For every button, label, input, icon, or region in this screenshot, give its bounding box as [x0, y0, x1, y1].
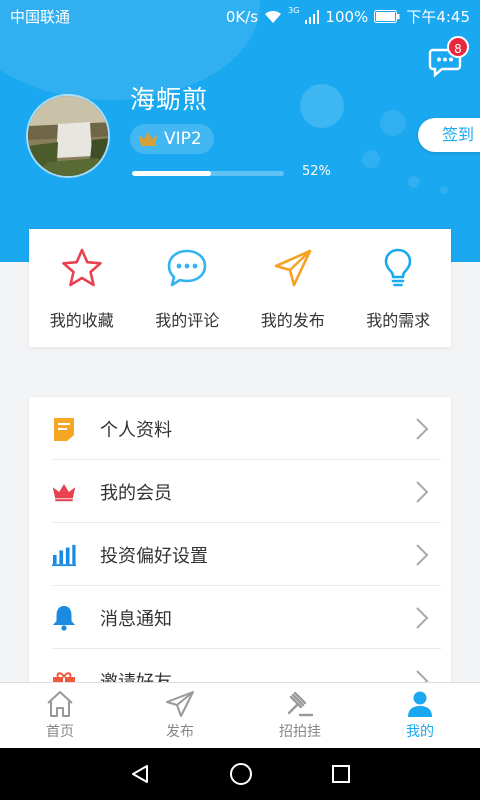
menu-item-label: 消息通知 [100, 608, 172, 630]
document-icon [52, 417, 76, 441]
user-icon [408, 691, 432, 717]
bottom-tab-bar: 首页 发布 招拍挂 我的 [0, 682, 480, 748]
star-icon [61, 248, 102, 287]
quick-action-comments[interactable]: 我的评论 [135, 229, 241, 347]
avatar[interactable] [26, 94, 110, 178]
menu-item-label: 我的会员 [100, 482, 172, 504]
level-progress-fill [132, 171, 212, 176]
menu-item-membership[interactable]: 我的会员 [29, 460, 451, 523]
decor-bubble [440, 186, 448, 194]
network-speed: 0K/s [225, 7, 259, 26]
back-triangle-icon[interactable] [129, 763, 151, 785]
chevron-right-icon [416, 544, 429, 566]
home-icon [47, 691, 73, 717]
chevron-right-icon [416, 481, 429, 503]
quick-action-label: 我的发布 [260, 311, 325, 330]
decor-bubble [300, 84, 344, 128]
system-navigation-bar [0, 748, 480, 800]
signal-icon [305, 9, 320, 24]
battery-icon [374, 10, 400, 23]
recents-square-icon[interactable] [331, 764, 351, 784]
wifi-icon [265, 10, 282, 23]
home-circle-icon[interactable] [229, 762, 253, 786]
lightbulb-icon [384, 248, 412, 287]
bell-icon [52, 605, 76, 631]
paper-plane-icon [274, 249, 312, 287]
bar-chart-icon [52, 543, 76, 567]
tab-auction[interactable]: 招拍挂 [240, 683, 360, 748]
menu-item-notifications[interactable]: 消息通知 [29, 586, 451, 649]
menu-item-profile[interactable]: 个人资料 [29, 397, 451, 460]
avatar-waterfall-image [28, 96, 108, 176]
username: 海蛎煎 [130, 85, 209, 114]
vip-badge[interactable]: VIP2 [130, 124, 214, 154]
send-icon [166, 691, 194, 717]
bar-chart-icon-shape [52, 544, 76, 566]
chevron-right-icon [416, 418, 429, 440]
tab-label: 首页 [46, 724, 74, 740]
network-type: 3G [288, 6, 300, 15]
quick-action-label: 我的评论 [155, 311, 220, 330]
gavel-icon [287, 691, 313, 717]
document-icon-shape [54, 417, 74, 441]
menu-item-label: 个人资料 [100, 419, 172, 441]
battery-percent: 100% [325, 7, 369, 26]
chat-bubble-icon [167, 249, 207, 287]
carrier-name: 中国联通 [10, 8, 71, 26]
quick-action-posts[interactable]: 我的发布 [240, 229, 346, 347]
tab-label: 我的 [406, 724, 434, 740]
decor-bubble [408, 176, 420, 188]
status-bar: 中国联通 0K/s 3G 100% 下午4:45 [0, 0, 480, 32]
bell-icon-shape [53, 605, 75, 631]
quick-action-label: 我的收藏 [49, 311, 114, 330]
clock: 下午4:45 [406, 8, 470, 26]
tab-label: 发布 [166, 724, 194, 740]
tab-home[interactable]: 首页 [0, 683, 120, 748]
menu-item-label: 投资偏好设置 [100, 545, 208, 567]
tab-label: 招拍挂 [279, 724, 321, 740]
vip-level: VIP2 [164, 129, 202, 149]
level-progress-text: 52% [302, 164, 331, 179]
tab-publish[interactable]: 发布 [120, 683, 240, 748]
quick-actions-card: 我的收藏 我的评论 我的发布 我的需求 [29, 229, 451, 347]
profile-header: 中国联通 0K/s 3G 100% 下午4:45 8 海蛎煎 VIP2 52% … [0, 0, 480, 262]
quick-action-favorites[interactable]: 我的收藏 [29, 229, 135, 347]
quick-action-needs[interactable]: 我的需求 [346, 229, 452, 347]
crown-icon-shape [52, 483, 76, 501]
signin-button[interactable]: 签到 [418, 118, 480, 152]
decor-bubble [380, 110, 406, 136]
decor-bubble [362, 150, 380, 168]
message-badge: 8 [447, 36, 469, 58]
menu-item-investment-preferences[interactable]: 投资偏好设置 [29, 523, 451, 586]
quick-action-label: 我的需求 [366, 311, 431, 330]
tab-mine[interactable]: 我的 [360, 683, 480, 748]
settings-menu: 个人资料 我的会员 投资偏好设置 消息通知 [29, 397, 451, 697]
crown-icon [52, 480, 76, 504]
chevron-right-icon [416, 607, 429, 629]
level-progress-bar [132, 171, 284, 176]
crown-icon [139, 132, 157, 146]
